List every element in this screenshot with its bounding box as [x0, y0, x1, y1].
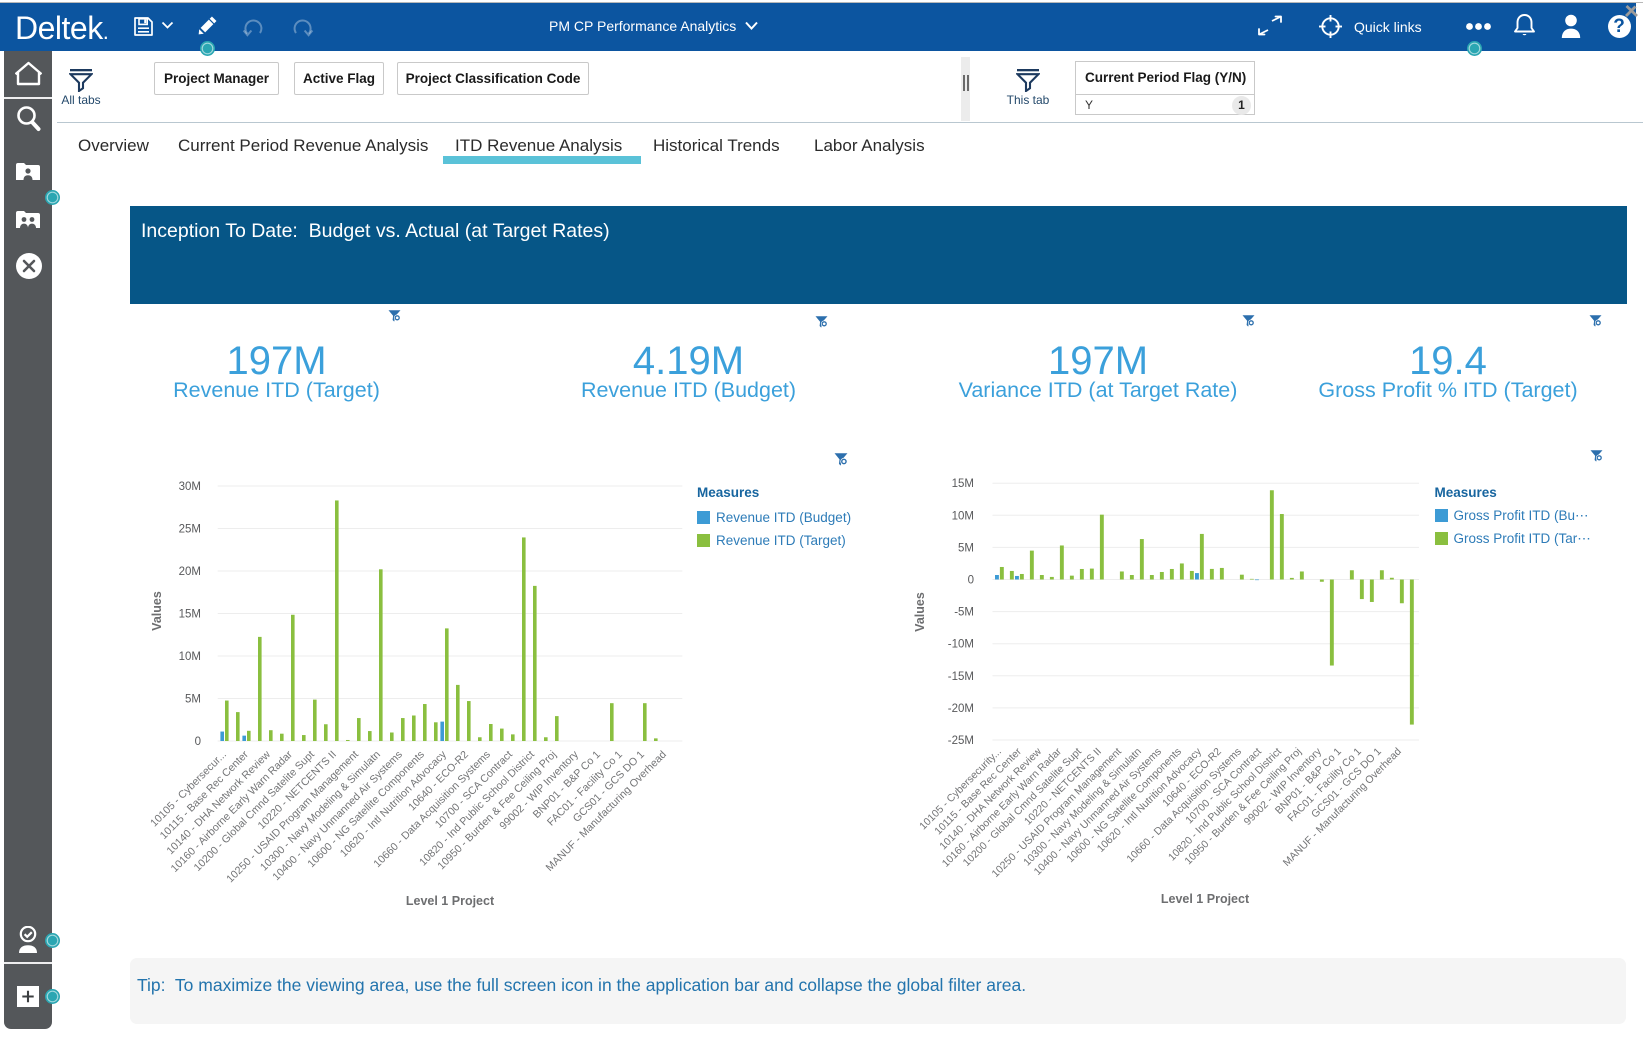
- svg-text:10M: 10M: [952, 510, 974, 522]
- svg-text:-15M: -15M: [948, 671, 974, 683]
- svg-text:0: 0: [968, 575, 974, 587]
- svg-text:-20M: -20M: [948, 703, 974, 715]
- svg-text:15M: 15M: [952, 478, 974, 490]
- svg-text:0: 0: [195, 736, 201, 748]
- svg-text:20M: 20M: [179, 566, 201, 578]
- svg-text:Values: Values: [913, 592, 927, 632]
- svg-text:10M: 10M: [179, 651, 201, 663]
- svg-text:-5M: -5M: [954, 607, 974, 619]
- svg-text:Values: Values: [150, 591, 164, 631]
- svg-text:25M: 25M: [179, 524, 201, 536]
- svg-text:5M: 5M: [185, 694, 201, 706]
- svg-text:Level 1 Project: Level 1 Project: [1161, 892, 1250, 906]
- svg-text:Level 1 Project: Level 1 Project: [406, 894, 495, 908]
- svg-text:-10M: -10M: [948, 639, 974, 651]
- svg-text:-25M: -25M: [948, 735, 974, 747]
- svg-text:5M: 5M: [958, 542, 974, 554]
- svg-text:15M: 15M: [179, 609, 201, 621]
- svg-text:30M: 30M: [179, 481, 201, 493]
